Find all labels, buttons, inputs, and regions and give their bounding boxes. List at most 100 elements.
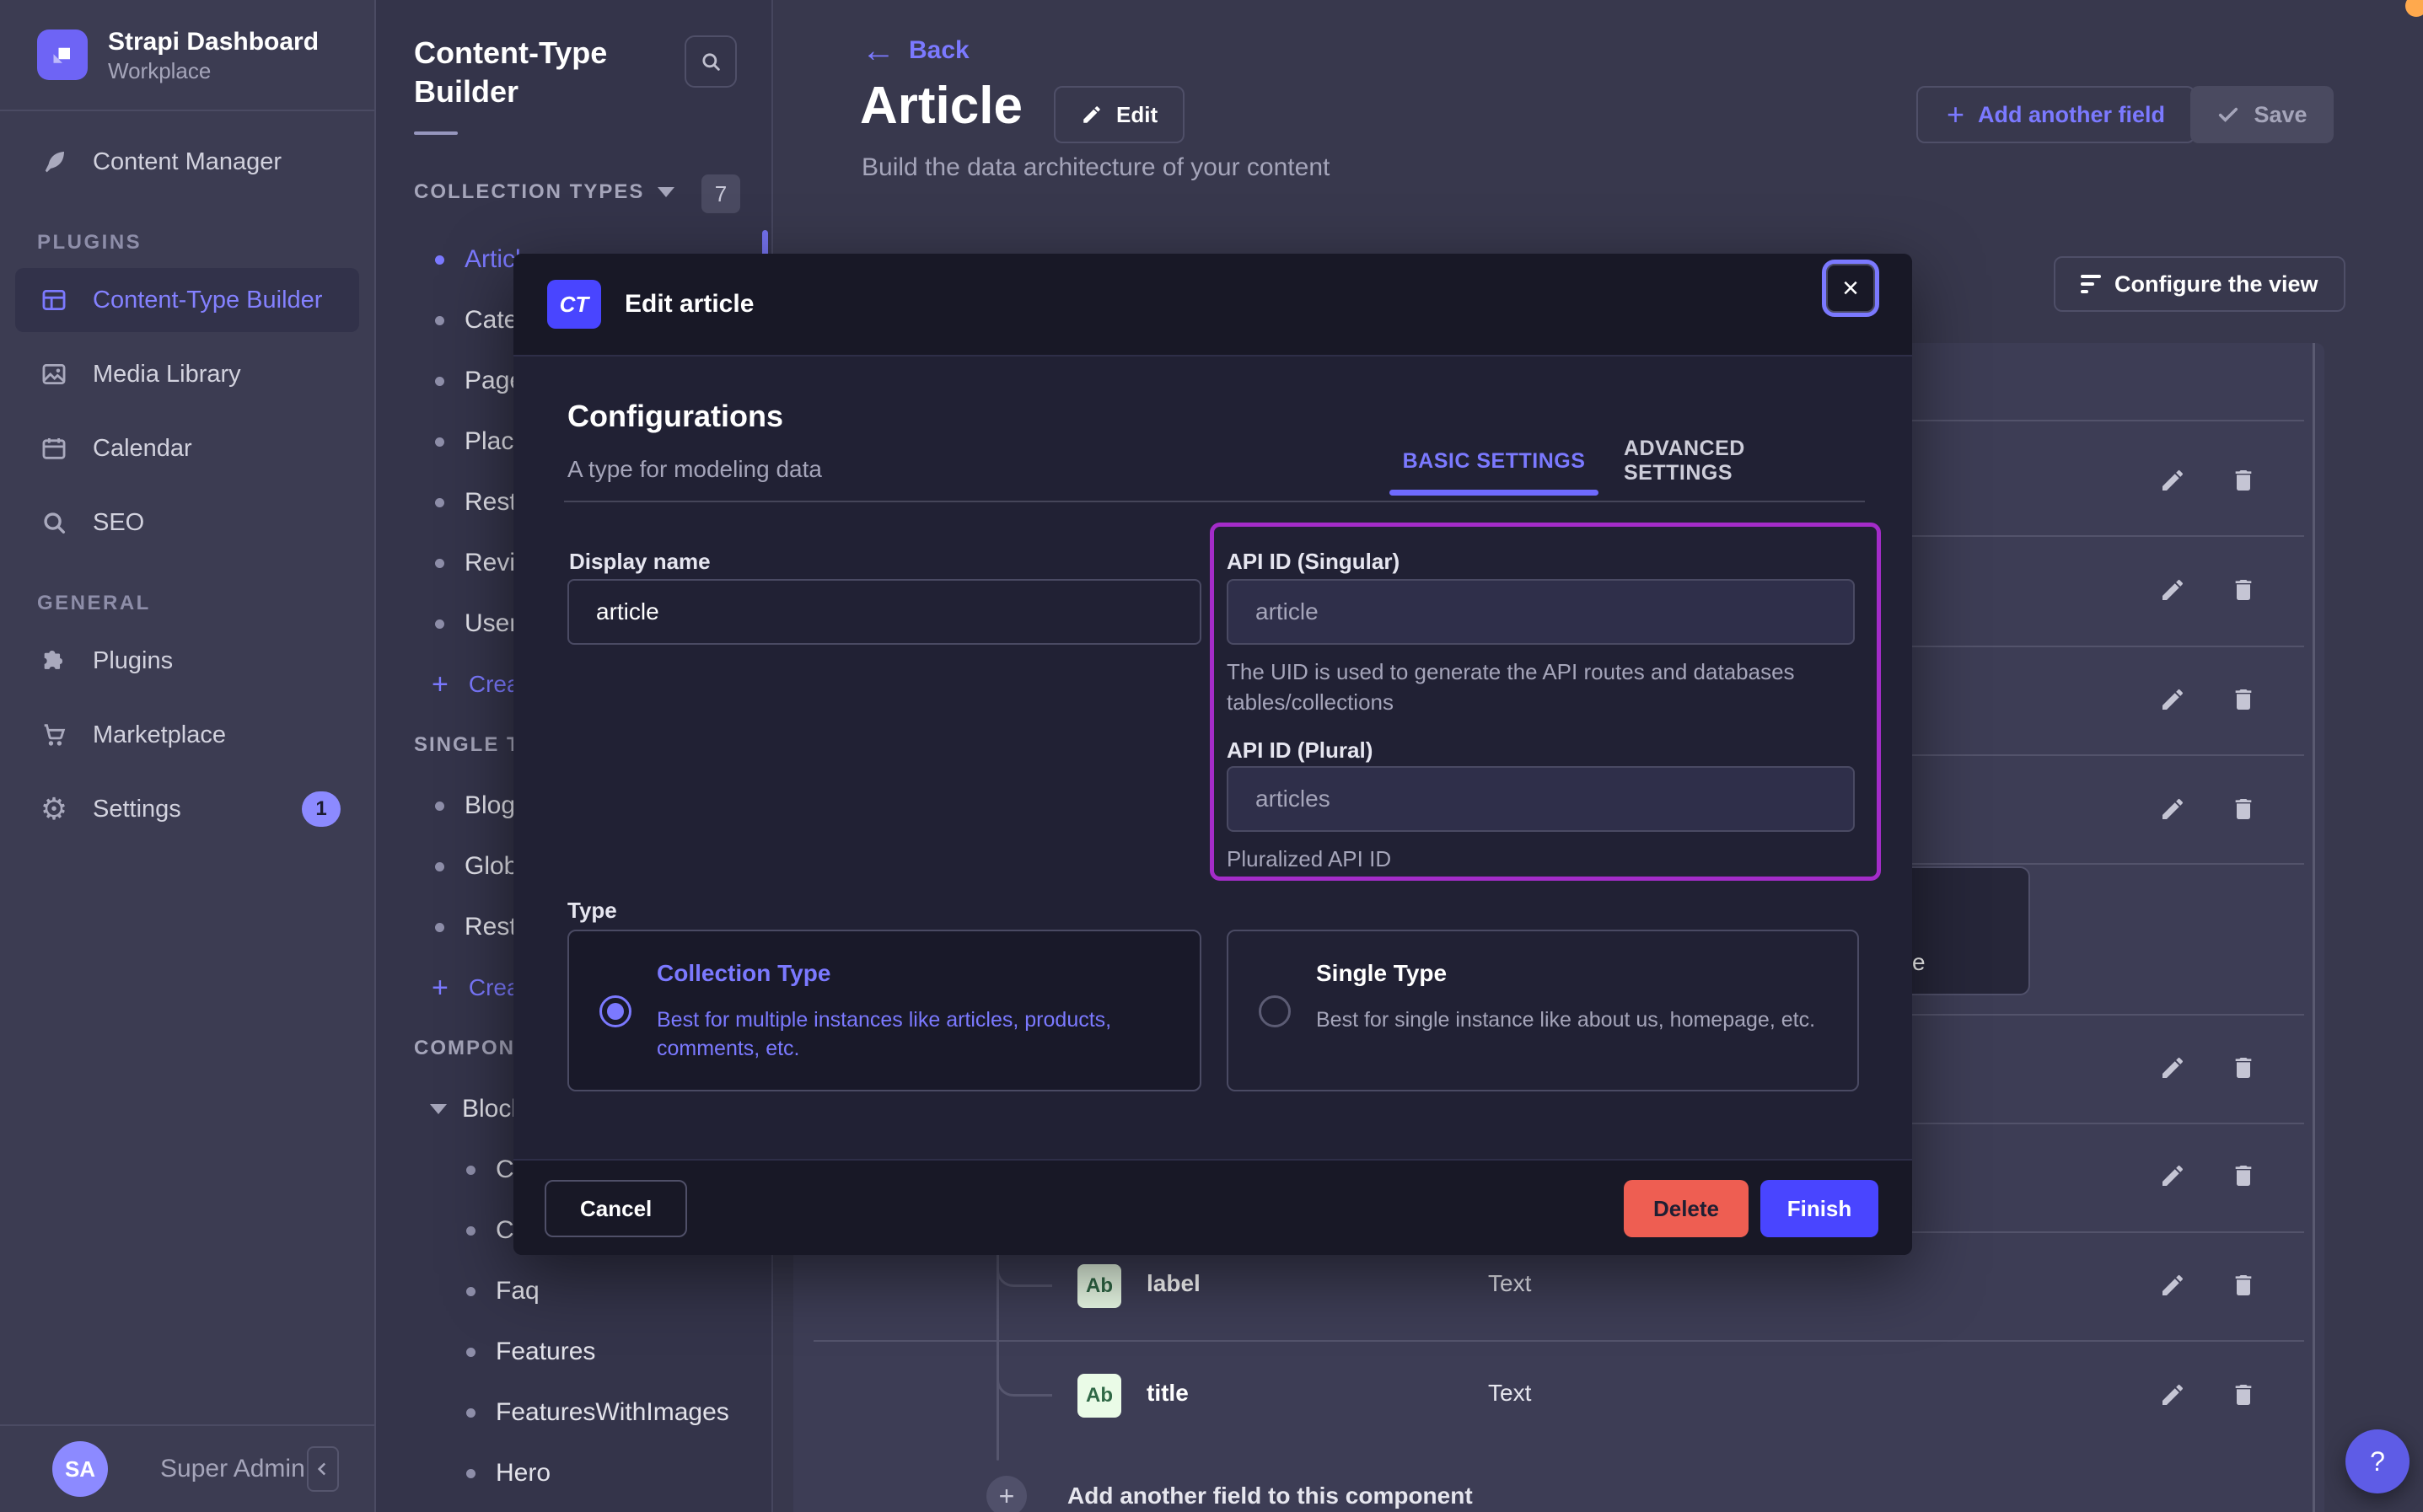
edit-field-button[interactable] bbox=[2156, 1159, 2189, 1193]
bullet-icon bbox=[466, 1226, 475, 1236]
field-name: title bbox=[1147, 1380, 1189, 1407]
sidebar-item-content-manager[interactable]: Content Manager bbox=[0, 125, 374, 199]
pencil-icon bbox=[1081, 104, 1103, 126]
edit-field-button[interactable] bbox=[2156, 683, 2189, 716]
component-features-with-images[interactable]: FeaturesWithImages bbox=[376, 1382, 771, 1443]
cancel-button[interactable]: Cancel bbox=[545, 1180, 687, 1237]
tab-basic-settings[interactable]: BASIC SETTINGS bbox=[1389, 441, 1598, 481]
modal-title: Edit article bbox=[625, 290, 754, 319]
save-button[interactable]: Save bbox=[2190, 86, 2334, 143]
arrow-left-icon: ← bbox=[862, 34, 895, 67]
delete-button[interactable]: Delete bbox=[1624, 1180, 1749, 1237]
delete-field-button[interactable] bbox=[2227, 683, 2260, 716]
calendar-icon bbox=[37, 432, 71, 465]
trash-icon bbox=[2230, 686, 2257, 713]
back-link[interactable]: ← Back bbox=[862, 34, 970, 67]
api-id-plural-input[interactable]: articles bbox=[1227, 766, 1855, 832]
app-title: Strapi Dashboard bbox=[108, 26, 319, 58]
edit-field-button[interactable] bbox=[2156, 464, 2189, 497]
field-name: label bbox=[1147, 1270, 1201, 1297]
component-hero[interactable]: Hero bbox=[376, 1443, 771, 1504]
edit-field-button[interactable] bbox=[2156, 792, 2189, 826]
finish-button[interactable]: Finish bbox=[1760, 1180, 1878, 1237]
sidebar-item-settings[interactable]: ⚙ Settings 1 bbox=[0, 772, 374, 846]
delete-field-button[interactable] bbox=[2227, 1051, 2260, 1085]
delete-field-button[interactable] bbox=[2227, 1378, 2260, 1412]
collection-type-option[interactable]: Collection Type Best for multiple instan… bbox=[567, 930, 1201, 1091]
configure-view-button[interactable]: Configure the view bbox=[2054, 256, 2345, 312]
sidebar-item-label: Plugins bbox=[93, 647, 173, 675]
edit-field-button[interactable] bbox=[2156, 1268, 2189, 1302]
field-type: Text bbox=[1488, 1270, 1531, 1297]
sidebar-item-plugins[interactable]: Plugins bbox=[0, 624, 374, 698]
add-another-field-button[interactable]: + Add another field bbox=[1916, 86, 2195, 143]
page-subtitle: Build the data architecture of your cont… bbox=[862, 153, 1330, 182]
panel-title: Content-Type Builder bbox=[414, 34, 692, 111]
trash-icon bbox=[2230, 576, 2257, 603]
page-title: Article bbox=[860, 76, 1023, 136]
plus-icon: + bbox=[986, 1476, 1027, 1512]
search-icon bbox=[37, 506, 71, 539]
delete-field-button[interactable] bbox=[2227, 464, 2260, 497]
user-menu[interactable]: SA Super Admin bbox=[0, 1424, 374, 1512]
sidebar-item-calendar[interactable]: Calendar bbox=[0, 411, 374, 485]
api-id-singular-label: API ID (Singular) bbox=[1227, 549, 1400, 575]
edit-article-modal: CT Edit article × Configurations A type … bbox=[513, 254, 1912, 1255]
close-button[interactable]: × bbox=[1826, 264, 1875, 313]
settings-tabs: BASIC SETTINGS ADVANCED SETTINGS bbox=[1389, 441, 1845, 481]
delete-field-button[interactable] bbox=[2227, 1268, 2260, 1302]
pencil-icon bbox=[2159, 467, 2186, 494]
sidebar-item-marketplace[interactable]: Marketplace bbox=[0, 698, 374, 772]
collapse-sidebar-button[interactable] bbox=[307, 1446, 339, 1492]
radio-selected-icon[interactable] bbox=[599, 995, 631, 1027]
table-row-label: Ab label Text bbox=[793, 1255, 2324, 1316]
bullet-icon bbox=[435, 255, 444, 265]
single-type-option[interactable]: Single Type Best for single instance lik… bbox=[1227, 930, 1859, 1091]
add-field-to-component-button[interactable]: + Add another field to this component bbox=[986, 1476, 1473, 1512]
component-features[interactable]: Features bbox=[376, 1322, 771, 1382]
display-name-label: Display name bbox=[569, 549, 711, 575]
tab-advanced-settings[interactable]: ADVANCED SETTINGS bbox=[1624, 441, 1845, 481]
edit-field-button[interactable] bbox=[2156, 1378, 2189, 1412]
sidebar-item-label: Content-Type Builder bbox=[93, 287, 322, 314]
delete-field-button[interactable] bbox=[2227, 1159, 2260, 1193]
field-type: Text bbox=[1488, 1380, 1531, 1407]
trash-icon bbox=[2230, 1162, 2257, 1189]
sidebar-item-label: Calendar bbox=[93, 435, 192, 463]
bullet-icon bbox=[466, 1348, 475, 1357]
component-faq[interactable]: Faq bbox=[376, 1261, 771, 1322]
sidebar-item-label: Settings bbox=[93, 796, 181, 823]
sidebar-item-label: Content Manager bbox=[93, 148, 282, 176]
panel-scrollbar[interactable] bbox=[2313, 343, 2315, 1512]
api-id-singular-hint: The UID is used to generate the API rout… bbox=[1227, 657, 1851, 717]
delete-field-button[interactable] bbox=[2227, 792, 2260, 826]
api-id-singular-input[interactable]: article bbox=[1227, 579, 1855, 645]
sidebar-item-media-library[interactable]: Media Library bbox=[0, 337, 374, 411]
bullet-icon bbox=[435, 559, 444, 568]
workspace-header[interactable]: Strapi Dashboard Workplace bbox=[0, 0, 374, 111]
edit-field-button[interactable] bbox=[2156, 573, 2189, 607]
api-id-plural-label: API ID (Plural) bbox=[1227, 737, 1373, 764]
sidebar-item-content-type-builder[interactable]: Content-Type Builder bbox=[15, 268, 359, 332]
collection-types-count-badge: 7 bbox=[701, 174, 740, 213]
text-field-type-badge: Ab bbox=[1077, 1374, 1121, 1418]
pencil-icon bbox=[2159, 1054, 2186, 1081]
edit-field-button[interactable] bbox=[2156, 1051, 2189, 1085]
help-button[interactable]: ? bbox=[2345, 1429, 2410, 1493]
sidebar-item-seo[interactable]: SEO bbox=[0, 485, 374, 560]
delete-field-button[interactable] bbox=[2227, 573, 2260, 607]
radio-unselected-icon[interactable] bbox=[1259, 995, 1291, 1027]
bullet-icon bbox=[435, 619, 444, 629]
edit-button[interactable]: Edit bbox=[1054, 86, 1185, 143]
collection-types-header[interactable]: COLLECTION TYPES bbox=[414, 170, 674, 214]
display-name-input[interactable]: article bbox=[567, 579, 1201, 645]
strapi-logo-icon bbox=[37, 29, 88, 80]
bullet-icon bbox=[466, 1469, 475, 1478]
chevron-down-icon bbox=[430, 1104, 447, 1114]
trash-icon bbox=[2230, 1054, 2257, 1081]
plus-icon: + bbox=[1947, 97, 1964, 132]
cart-icon bbox=[37, 718, 71, 752]
search-button[interactable] bbox=[685, 35, 737, 88]
content-type-badge: CT bbox=[547, 280, 601, 329]
puzzle-icon bbox=[37, 644, 71, 678]
